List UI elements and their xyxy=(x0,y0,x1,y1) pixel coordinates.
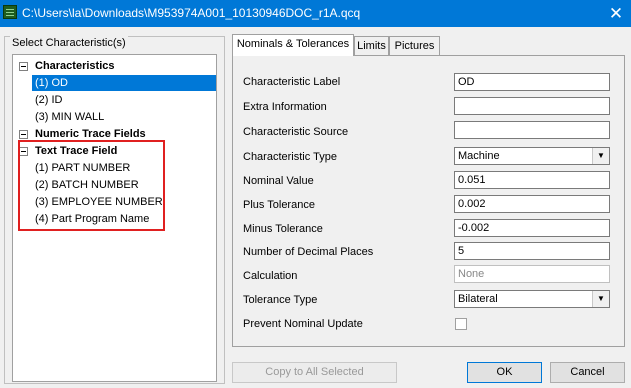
plus-tolerance-label: Plus Tolerance xyxy=(243,199,315,211)
close-icon[interactable]: ✕ xyxy=(601,0,631,27)
chevron-down-icon[interactable]: ▼ xyxy=(592,148,609,164)
tree-item-id[interactable]: (2) ID xyxy=(35,92,63,108)
decimal-places-input[interactable]: 5 xyxy=(454,242,610,260)
prevent-nominal-update-checkbox[interactable] xyxy=(455,318,467,330)
cancel-button[interactable]: Cancel xyxy=(550,362,625,383)
characteristic-type-label: Characteristic Type xyxy=(243,151,337,163)
prevent-nominal-update-label: Prevent Nominal Update xyxy=(243,318,363,330)
tab-limits[interactable]: Limits xyxy=(354,36,389,55)
plus-tolerance-input[interactable]: 0.002 xyxy=(454,195,610,213)
group-label: Select Characteristic(s) xyxy=(10,36,128,50)
extra-information-label: Extra Information xyxy=(243,101,327,113)
copy-to-all-selected-button[interactable]: Copy to All Selected xyxy=(232,362,397,383)
tab-nominals-tolerances[interactable]: Nominals & Tolerances xyxy=(232,34,354,56)
characteristic-source-input[interactable] xyxy=(454,121,610,139)
tree-item-min-wall[interactable]: (3) MIN WALL xyxy=(35,109,104,125)
minus-tolerance-label: Minus Tolerance xyxy=(243,223,323,235)
decimal-places-label: Number of Decimal Places xyxy=(243,246,374,258)
ok-button[interactable]: OK xyxy=(467,362,542,383)
tree-node-characteristics[interactable]: Characteristics xyxy=(35,58,115,74)
nominal-value-label: Nominal Value xyxy=(243,175,314,187)
app-icon xyxy=(3,5,17,19)
extra-information-input[interactable] xyxy=(454,97,610,115)
window-title: C:\Users\la\Downloads\M953974A001_101309… xyxy=(22,6,361,20)
calculation-label: Calculation xyxy=(243,270,298,282)
tolerance-type-value: Bilateral xyxy=(458,293,498,305)
tab-pictures[interactable]: Pictures xyxy=(389,36,440,55)
characteristic-type-select[interactable]: Machine ▼ xyxy=(454,147,610,165)
collapse-icon[interactable] xyxy=(19,62,28,71)
minus-tolerance-input[interactable]: -0.002 xyxy=(454,219,610,237)
highlight-annotation-box xyxy=(18,140,165,231)
tolerance-type-select[interactable]: Bilateral ▼ xyxy=(454,290,610,308)
characteristic-type-value: Machine xyxy=(458,150,500,162)
characteristic-label-label: Characteristic Label xyxy=(243,76,341,88)
nominal-value-input[interactable]: 0.051 xyxy=(454,171,610,189)
title-bar: C:\Users\la\Downloads\M953974A001_101309… xyxy=(0,0,631,27)
calculation-input[interactable]: None xyxy=(454,265,610,283)
chevron-down-icon[interactable]: ▼ xyxy=(592,291,609,307)
characteristic-label-input[interactable]: OD xyxy=(454,73,610,91)
tolerance-type-label: Tolerance Type xyxy=(243,294,318,306)
collapse-icon[interactable] xyxy=(19,130,28,139)
characteristic-source-label: Characteristic Source xyxy=(243,126,349,138)
tree-item-od[interactable]: (1) OD xyxy=(32,75,216,91)
